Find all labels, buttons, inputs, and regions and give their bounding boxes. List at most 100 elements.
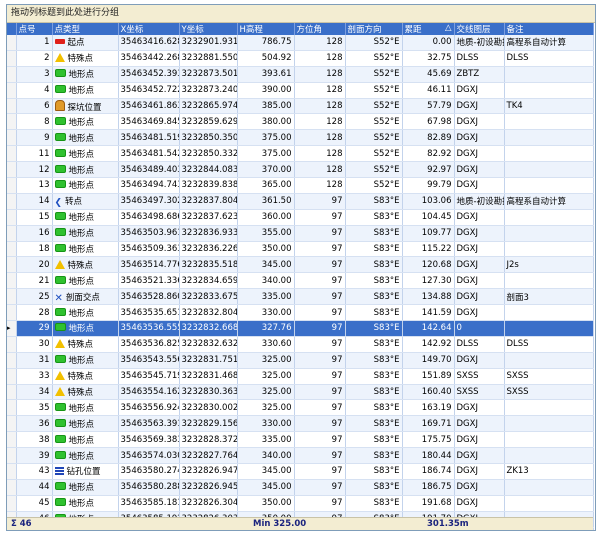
cell-note[interactable] bbox=[504, 431, 594, 449]
table-row[interactable]: 30 特殊点 35463536.825 3232832.632 330.60 97 S83°… bbox=[7, 336, 594, 353]
cell-direction[interactable]: S83°E bbox=[345, 256, 403, 274]
cell-y-coord[interactable]: 3232828.372 bbox=[179, 431, 238, 449]
cell-y-coord[interactable]: 3232830.363 bbox=[179, 384, 238, 401]
cell-layer[interactable]: DGXJ bbox=[454, 209, 505, 226]
cell-y-coord[interactable]: 3232836.226 bbox=[179, 241, 238, 258]
cell-direction[interactable]: S83°E bbox=[345, 225, 403, 242]
cell-distance[interactable]: 169.71 bbox=[402, 415, 455, 433]
cell-point-no[interactable]: 8 bbox=[16, 113, 53, 131]
cell-azimuth[interactable]: 128 bbox=[294, 113, 346, 131]
cell-azimuth[interactable]: 97 bbox=[294, 193, 346, 210]
cell-distance[interactable]: 186.74 bbox=[402, 463, 455, 480]
cell-layer[interactable]: DGXJ bbox=[454, 82, 505, 99]
cell-point-type[interactable]: 地形点 bbox=[52, 225, 119, 242]
cell-azimuth[interactable]: 97 bbox=[294, 431, 346, 449]
cell-azimuth[interactable]: 97 bbox=[294, 209, 346, 226]
cell-x-coord[interactable]: 35463509.363 bbox=[118, 241, 180, 258]
cell-direction[interactable]: S83°E bbox=[345, 352, 403, 369]
cell-direction[interactable]: S52°E bbox=[345, 145, 403, 163]
row-indicator[interactable] bbox=[7, 225, 17, 242]
cell-azimuth[interactable]: 128 bbox=[294, 82, 346, 99]
col-header-direction[interactable]: 剖面方向 bbox=[345, 23, 403, 35]
cell-layer[interactable]: DLSS bbox=[454, 50, 505, 67]
cell-direction[interactable]: S52°E bbox=[345, 161, 403, 179]
cell-note[interactable] bbox=[504, 82, 594, 99]
cell-azimuth[interactable]: 97 bbox=[294, 384, 346, 401]
cell-point-no[interactable]: 15 bbox=[16, 209, 53, 226]
table-row[interactable]: 9 地形点 35463481.519 3232850.350 375.00 128 S52°… bbox=[7, 129, 594, 147]
cell-y-coord[interactable]: 3232832.632 bbox=[179, 336, 238, 353]
cell-x-coord[interactable]: 35463536.555 bbox=[118, 320, 180, 337]
cell-point-no[interactable]: 36 bbox=[16, 415, 53, 433]
row-indicator[interactable] bbox=[7, 272, 17, 290]
cell-note[interactable]: DLSS bbox=[504, 50, 594, 67]
cell-azimuth[interactable]: 97 bbox=[294, 447, 346, 465]
cell-distance[interactable]: 99.79 bbox=[402, 177, 455, 194]
cell-point-no[interactable]: 2 bbox=[16, 50, 53, 67]
cell-y-coord[interactable]: 3232859.629 bbox=[179, 113, 238, 131]
cell-point-no[interactable]: 25 bbox=[16, 288, 53, 306]
row-indicator[interactable] bbox=[7, 129, 17, 147]
cell-distance[interactable]: 115.22 bbox=[402, 241, 455, 258]
cell-x-coord[interactable]: 35463416.628 bbox=[118, 35, 180, 51]
cell-elevation[interactable]: 345.00 bbox=[237, 256, 295, 274]
cell-layer[interactable]: DGXJ bbox=[454, 288, 505, 306]
cell-point-no[interactable]: 44 bbox=[16, 479, 53, 496]
row-indicator[interactable] bbox=[7, 82, 17, 99]
cell-direction[interactable]: S52°E bbox=[345, 113, 403, 131]
cell-direction[interactable]: S83°E bbox=[345, 415, 403, 433]
cell-direction[interactable]: S83°E bbox=[345, 479, 403, 496]
cell-azimuth[interactable]: 97 bbox=[294, 399, 346, 417]
cell-point-type[interactable]: 地形点 bbox=[52, 177, 119, 194]
cell-note[interactable] bbox=[504, 66, 594, 83]
cell-point-type[interactable]: 探坑位置 bbox=[52, 98, 119, 115]
cell-y-coord[interactable]: 3232836.933 bbox=[179, 225, 238, 242]
cell-x-coord[interactable]: 35463574.030 bbox=[118, 447, 180, 465]
cell-note[interactable] bbox=[504, 145, 594, 163]
cell-point-type[interactable]: 地形点 bbox=[52, 272, 119, 290]
cell-x-coord[interactable]: 35463442.268 bbox=[118, 50, 180, 67]
cell-y-coord[interactable]: 3232901.931 bbox=[179, 35, 238, 51]
cell-elevation[interactable]: 390.00 bbox=[237, 82, 295, 99]
cell-layer[interactable]: DGXJ bbox=[454, 98, 505, 115]
cell-layer[interactable]: DGXJ bbox=[454, 447, 505, 465]
cell-distance[interactable]: 103.06 bbox=[402, 193, 455, 210]
row-indicator[interactable] bbox=[7, 35, 17, 51]
cell-azimuth[interactable]: 97 bbox=[294, 463, 346, 480]
cell-point-no[interactable]: 34 bbox=[16, 384, 53, 401]
cell-layer[interactable]: DGXJ bbox=[454, 415, 505, 433]
cell-point-type[interactable]: 地形点 bbox=[52, 66, 119, 83]
cell-point-type[interactable]: 地形点 bbox=[52, 431, 119, 449]
cell-elevation[interactable]: 335.00 bbox=[237, 431, 295, 449]
cell-point-no[interactable]: 33 bbox=[16, 368, 53, 385]
cell-point-no[interactable]: 28 bbox=[16, 304, 53, 322]
row-indicator[interactable] bbox=[7, 113, 17, 131]
cell-elevation[interactable]: 325.00 bbox=[237, 368, 295, 385]
cell-direction[interactable]: S52°E bbox=[345, 98, 403, 115]
table-row[interactable]: 43 钻孔位置 35463580.274 3232826.947 345.00 97 S83… bbox=[7, 463, 594, 480]
cell-distance[interactable]: 142.92 bbox=[402, 336, 455, 353]
cell-x-coord[interactable]: 35463556.924 bbox=[118, 399, 180, 417]
col-header-y[interactable]: Y坐标 bbox=[179, 23, 238, 35]
row-indicator[interactable] bbox=[7, 399, 17, 417]
table-row[interactable]: 36 地形点 35463563.391 3232829.156 330.00 97 S83°… bbox=[7, 415, 594, 433]
cell-point-no[interactable]: 16 bbox=[16, 225, 53, 242]
cell-point-type[interactable]: 地形点 bbox=[52, 161, 119, 179]
cell-layer[interactable]: DGXJ bbox=[454, 495, 505, 512]
table-row[interactable]: ▸ 29 地形点 35463536.555 3232832.668 327.76 97 S83… bbox=[7, 320, 594, 337]
cell-direction[interactable]: S83°E bbox=[345, 463, 403, 480]
table-row[interactable]: 35 地形点 35463556.924 3232830.002 325.00 97 S83°… bbox=[7, 399, 594, 417]
cell-y-coord[interactable]: 3232834.659 bbox=[179, 272, 238, 290]
row-indicator[interactable] bbox=[7, 241, 17, 258]
row-indicator[interactable] bbox=[7, 161, 17, 179]
cell-layer[interactable]: DGXJ bbox=[454, 256, 505, 274]
cell-elevation[interactable]: 375.00 bbox=[237, 129, 295, 147]
cell-elevation[interactable]: 340.00 bbox=[237, 447, 295, 465]
cell-point-type[interactable]: 地形点 bbox=[52, 352, 119, 369]
cell-distance[interactable]: 120.68 bbox=[402, 256, 455, 274]
cell-distance[interactable]: 180.44 bbox=[402, 447, 455, 465]
cell-distance[interactable]: 186.75 bbox=[402, 479, 455, 496]
table-row[interactable]: 8 地形点 35463469.845 3232859.629 380.00 128 S52°… bbox=[7, 113, 594, 131]
cell-direction[interactable]: S83°E bbox=[345, 241, 403, 258]
cell-elevation[interactable]: 345.00 bbox=[237, 463, 295, 480]
